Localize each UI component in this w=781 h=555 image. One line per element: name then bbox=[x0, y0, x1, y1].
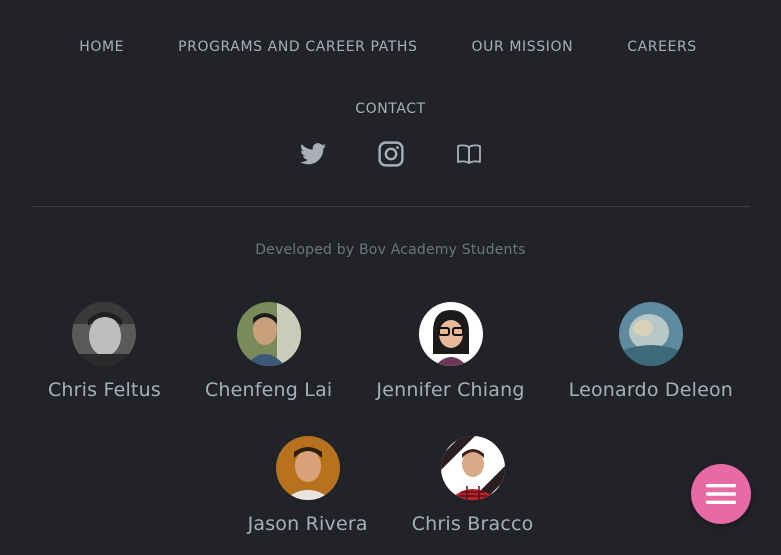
nav-link-our-mission[interactable]: OUR MISSION bbox=[445, 38, 601, 56]
avatar bbox=[72, 302, 137, 366]
menu-icon bbox=[706, 484, 736, 504]
team-member-name: Chris Feltus bbox=[47, 379, 161, 401]
site-footer: HOME PROGRAMS AND CAREER PATHS OUR MISSI… bbox=[0, 0, 781, 555]
credit-text: Developed by Bov Academy Students bbox=[255, 242, 526, 258]
team-row: Chris Feltus Chenfeng Lai Jennifer Chian… bbox=[0, 302, 781, 402]
team-member-chris-bracco[interactable]: Chris Bracco bbox=[390, 436, 556, 536]
team-member-leonardo-deleon[interactable]: Leonardo Deleon bbox=[547, 302, 755, 402]
team-member-name: Chris Bracco bbox=[411, 513, 534, 535]
footer-nav: HOME PROGRAMS AND CAREER PATHS OUR MISSI… bbox=[0, 38, 781, 118]
book-icon[interactable] bbox=[455, 140, 483, 168]
social-links bbox=[0, 140, 781, 168]
instagram-icon[interactable] bbox=[377, 140, 405, 168]
team-member-name: Jennifer Chiang bbox=[376, 379, 525, 401]
team-member-jason-rivera[interactable]: Jason Rivera bbox=[226, 436, 390, 536]
footer-divider bbox=[32, 206, 750, 207]
nav-link-programs[interactable]: PROGRAMS AND CAREER PATHS bbox=[151, 38, 444, 56]
nav-link-contact[interactable]: CONTACT bbox=[328, 100, 453, 118]
team-member-name: Jason Rivera bbox=[247, 513, 368, 535]
team-member-chris-feltus[interactable]: Chris Feltus bbox=[26, 302, 183, 402]
menu-button[interactable] bbox=[691, 464, 751, 524]
team-member-jennifer-chiang[interactable]: Jennifer Chiang bbox=[354, 302, 546, 402]
nav-link-home[interactable]: HOME bbox=[57, 38, 151, 56]
twitter-icon[interactable] bbox=[299, 140, 327, 168]
avatar bbox=[236, 302, 301, 366]
avatar bbox=[275, 436, 340, 500]
team-member-chenfeng-lai[interactable]: Chenfeng Lai bbox=[183, 302, 354, 402]
team-member-name: Leonardo Deleon bbox=[568, 379, 734, 401]
avatar bbox=[418, 302, 483, 366]
team-member-name: Chenfeng Lai bbox=[204, 379, 333, 401]
team-row: Jason Rivera Chris Bracco bbox=[0, 436, 781, 536]
avatar bbox=[440, 436, 505, 500]
avatar bbox=[618, 302, 683, 366]
nav-link-careers[interactable]: CAREERS bbox=[600, 38, 724, 56]
